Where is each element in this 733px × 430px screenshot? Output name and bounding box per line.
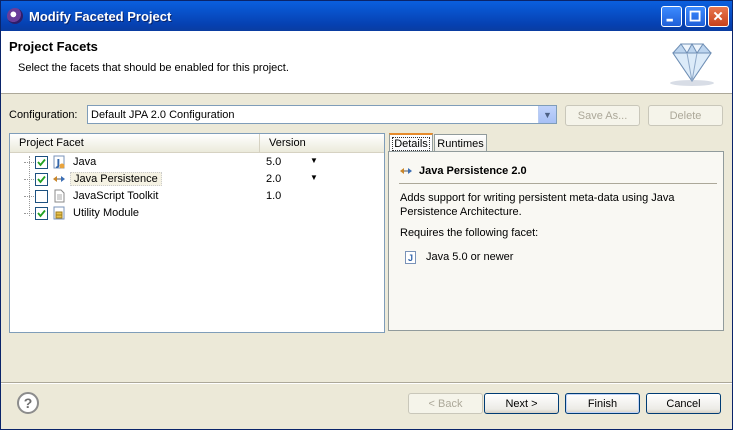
tab-details-label: Details xyxy=(392,136,430,151)
title-bar[interactable]: Modify Faceted Project xyxy=(1,1,732,31)
facet-row-utility-module[interactable]: Utility Module xyxy=(10,205,384,222)
diamond-icon xyxy=(670,42,714,86)
javascript-toolkit-checkbox[interactable] xyxy=(35,190,48,203)
header-banner: Project Facets Select the facets that sh… xyxy=(1,31,732,94)
separator xyxy=(1,382,732,384)
version-dropdown-icon[interactable]: ▼ xyxy=(310,173,318,182)
facet-label: JavaScript Toolkit xyxy=(73,190,159,202)
checkmark-icon xyxy=(37,158,46,167)
jpa-icon xyxy=(399,165,413,180)
cancel-button[interactable]: Cancel xyxy=(646,393,721,414)
maximize-icon xyxy=(689,10,701,22)
tab-runtimes[interactable]: Runtimes xyxy=(434,134,487,152)
utility-module-checkbox[interactable] xyxy=(35,207,48,220)
java-checkbox[interactable] xyxy=(35,156,48,169)
version-dropdown-icon[interactable]: ▼ xyxy=(310,156,318,165)
configuration-value: Default JPA 2.0 Configuration xyxy=(91,109,235,121)
facet-row-java[interactable]: J Java 5.0 ▼ xyxy=(10,154,384,171)
minimize-icon xyxy=(666,18,673,22)
configuration-select[interactable]: Default JPA 2.0 Configuration ▼ xyxy=(87,105,557,124)
column-header-version[interactable]: Version xyxy=(260,134,384,153)
configuration-label: Configuration: xyxy=(9,109,78,121)
document-icon xyxy=(54,189,65,203)
requires-label: Requires the following facet: xyxy=(400,227,539,239)
details-panel: Java Persistence 2.0 Adds support for wr… xyxy=(388,151,724,331)
details-divider xyxy=(399,183,717,184)
facet-row-javascript-toolkit[interactable]: JavaScript Toolkit 1.0 xyxy=(10,188,384,205)
maximize-button[interactable] xyxy=(685,6,706,27)
facet-version: 1.0 xyxy=(266,190,282,202)
checkmark-icon xyxy=(37,175,46,184)
java-persistence-checkbox[interactable] xyxy=(35,173,48,186)
facet-label: Utility Module xyxy=(73,207,140,219)
close-icon xyxy=(713,11,723,21)
page-title: Project Facets xyxy=(9,39,98,54)
required-facet: Java 5.0 or newer xyxy=(426,251,514,263)
page-description: Select the facets that should be enabled… xyxy=(18,62,289,74)
facets-table: Project Facet Version J Java 5.0 ▼ Java … xyxy=(9,133,385,333)
finish-button[interactable]: Finish xyxy=(565,393,640,414)
close-button[interactable] xyxy=(708,6,729,27)
eclipse-icon xyxy=(7,8,23,24)
chevron-down-icon[interactable]: ▼ xyxy=(538,106,556,123)
column-header-facet[interactable]: Project Facet xyxy=(10,134,260,153)
delete-button[interactable]: Delete xyxy=(648,105,723,126)
next-button[interactable]: Next > xyxy=(484,393,559,414)
java-icon: J xyxy=(53,155,65,169)
save-as-button[interactable]: Save As... xyxy=(565,105,640,126)
dialog-window: Modify Faceted Project Project Facets Se… xyxy=(0,0,733,430)
facet-version[interactable]: 5.0 xyxy=(266,156,281,168)
back-button[interactable]: < Back xyxy=(408,393,483,414)
facet-version[interactable]: 2.0 xyxy=(266,173,281,185)
module-icon xyxy=(53,206,65,220)
jpa-icon xyxy=(53,176,65,182)
facet-row-java-persistence[interactable]: Java Persistence 2.0 ▼ xyxy=(10,171,384,188)
window-title: Modify Faceted Project xyxy=(29,8,172,24)
svg-text:J: J xyxy=(56,158,61,169)
details-description: Adds support for writing persistent meta… xyxy=(400,192,675,218)
facet-label: Java xyxy=(73,156,97,168)
details-title: Java Persistence 2.0 xyxy=(419,165,527,177)
java-icon: J xyxy=(405,251,416,264)
minimize-button[interactable] xyxy=(661,6,682,27)
tab-details[interactable]: Details xyxy=(389,133,433,152)
facet-label: Java Persistence xyxy=(70,172,162,186)
checkmark-icon xyxy=(37,209,46,218)
help-icon[interactable]: ? xyxy=(17,392,39,414)
